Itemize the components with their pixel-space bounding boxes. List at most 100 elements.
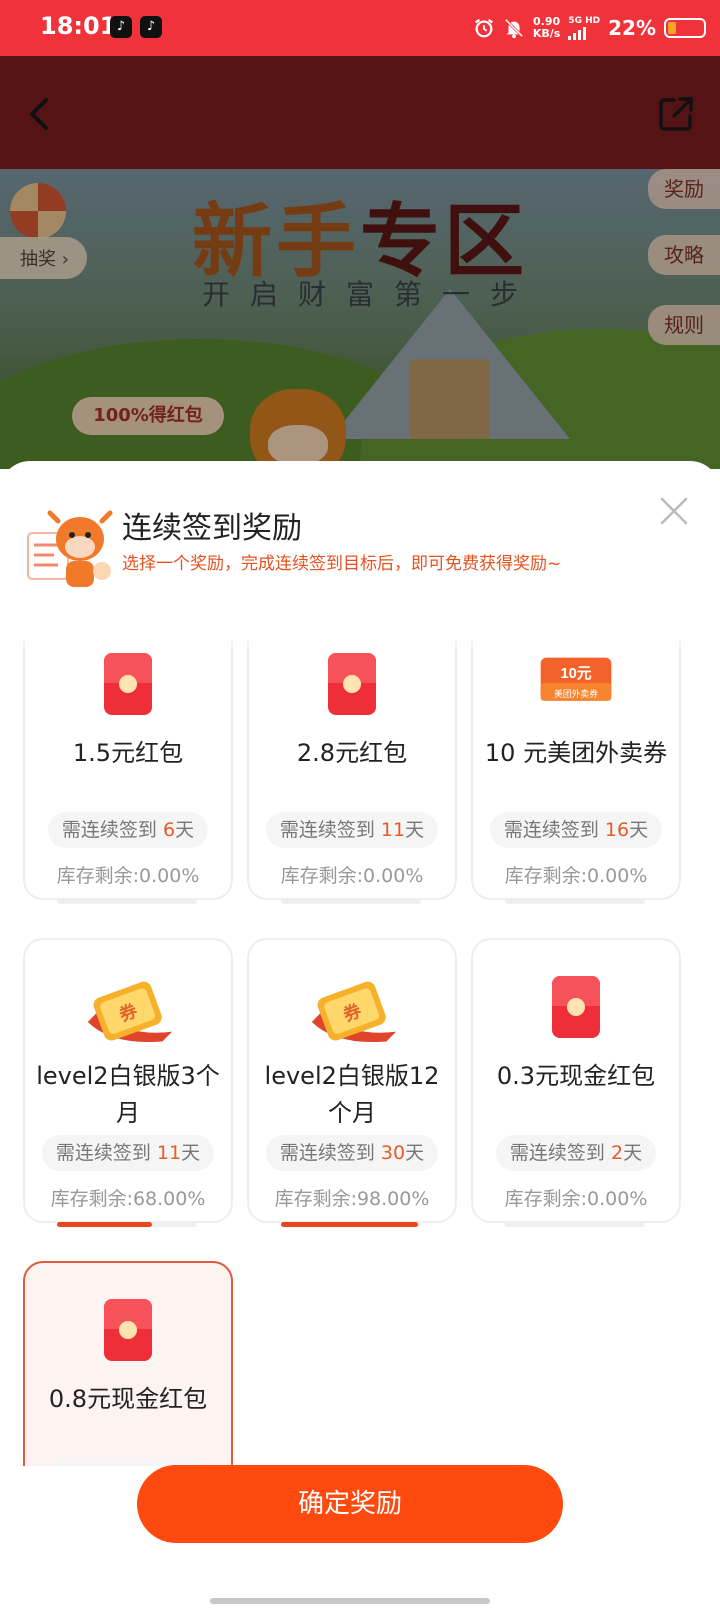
- stock-prefix: 库存剩余:: [504, 865, 588, 887]
- stock-value: 0.00%: [587, 1188, 648, 1210]
- battery-percent: 22%: [608, 16, 656, 40]
- reward-card[interactable]: 0.3元现金红包需连续签到 2天库存剩余:0.00%: [471, 938, 681, 1227]
- stock-prefix: 库存剩余:: [274, 1188, 357, 1210]
- requirement-suffix: 天: [405, 1142, 425, 1164]
- stock-value: 68.00%: [132, 1188, 206, 1210]
- stock-prefix: 库存剩余:: [280, 865, 364, 887]
- battery-icon: [664, 18, 706, 38]
- red-packet-icon: [25, 1299, 231, 1369]
- requirement-days: 16: [604, 819, 630, 841]
- douyin-icon: ♪: [110, 16, 132, 38]
- reward-card[interactable]: 券 level2白银版12个月需连续签到 30天库存剩余:98.00%: [247, 938, 457, 1227]
- checkin-requirement: 需连续签到 6天: [47, 812, 209, 848]
- coupon-icon-label: 美团外卖券: [554, 688, 598, 699]
- sheet-subtitle: 选择一个奖励，完成连续签到目标后，即可免费获得奖励~: [122, 554, 562, 574]
- checkin-requirement: 需连续签到 2天: [495, 1135, 657, 1171]
- reward-name: 1.5元红包: [72, 739, 184, 767]
- stock-prefix: 库存剩余:: [56, 865, 140, 887]
- requirement-prefix: 需连续签到: [503, 819, 605, 841]
- reward-card[interactable]: 10元 美团外卖券 10 元美团外卖券 需连续签到 16天 库存剩余:0.00%: [471, 641, 681, 904]
- checkin-requirement: 需连续签到 16天: [489, 812, 663, 848]
- requirement-prefix: 需连续签到: [55, 1142, 157, 1164]
- cow-mascot-icon: [27, 510, 113, 587]
- stock-prefix: 库存剩余:: [504, 1188, 588, 1210]
- stock-prefix: 库存剩余:: [50, 1188, 133, 1210]
- requirement-suffix: 天: [623, 1142, 643, 1164]
- stock-progress-bar: [505, 1222, 645, 1227]
- red-packet-icon: [25, 653, 231, 723]
- stock-remaining: 库存剩余:68.00%: [25, 1184, 231, 1211]
- sheet-title: 连续签到奖励: [122, 511, 302, 546]
- status-right: 0.90 KB/s 5G HD 22%: [473, 10, 706, 46]
- stock-progress-bar: [281, 899, 421, 904]
- reward-card[interactable]: 0.8元现金红包需连续签到 5天: [23, 1261, 233, 1466]
- reward-card[interactable]: 券 level2白银版3个月需连续签到 11天库存剩余:68.00%: [23, 938, 233, 1227]
- stock-value: 0.00%: [139, 865, 200, 887]
- stock-remaining: 库存剩余:0.00%: [473, 1184, 679, 1211]
- reward-name: level2白银版3个月: [36, 1062, 220, 1127]
- requirement-prefix: 需连续签到: [279, 1142, 381, 1164]
- mute-icon: [504, 18, 524, 39]
- stock-remaining: 库存剩余:98.00%: [249, 1184, 455, 1211]
- status-time: 18:01: [40, 12, 117, 40]
- douyin-lite-icon: ♪: [140, 16, 162, 38]
- stock-remaining: 库存剩余:0.00%: [25, 861, 231, 888]
- checkin-requirement: 需连续签到 11天: [41, 1135, 215, 1171]
- reward-name: 0.8元现金红包: [48, 1385, 208, 1413]
- reward-card[interactable]: 2.8元红包需连续签到 11天库存剩余:0.00%: [247, 641, 457, 904]
- stock-remaining: 库存剩余:0.00%: [249, 861, 455, 888]
- signal-icon: 5G HD: [568, 16, 600, 40]
- requirement-days: 11: [156, 1142, 182, 1164]
- red-packet-icon: [249, 653, 455, 723]
- stock-remaining: 库存剩余:0.00%: [473, 861, 679, 888]
- reward-name: level2白银版12个月: [264, 1062, 440, 1127]
- newbie-banner: 新手专区 开启财富第一步 抽奖 › 奖励 攻略 规则 100%得红包: [0, 169, 720, 469]
- stock-progress-bar: [505, 899, 645, 904]
- reward-card[interactable]: 1.5元红包需连续签到 6天库存剩余:0.00%: [23, 641, 233, 904]
- coupon-ticket-icon: 券: [25, 976, 231, 1046]
- requirement-suffix: 天: [629, 819, 649, 841]
- requirement-days: 11: [380, 819, 406, 841]
- requirement-days: 30: [380, 1142, 406, 1164]
- requirement-suffix: 天: [405, 819, 425, 841]
- requirement-prefix: 需连续签到: [279, 819, 381, 841]
- alarm-icon: [474, 18, 493, 38]
- requirement-prefix: 需连续签到: [61, 819, 163, 841]
- battery-level: [668, 22, 677, 34]
- modal-overlay: [0, 169, 720, 469]
- reward-name: 0.3元现金红包: [496, 1062, 656, 1090]
- meituan-coupon-icon: 10元美团外卖券: [473, 653, 679, 723]
- network-speed-unit: KB/s: [532, 27, 561, 40]
- checkin-requirement: 需连续签到 11天: [265, 812, 439, 848]
- stock-progress-bar: [57, 1222, 197, 1227]
- stock-value: 0.00%: [363, 865, 424, 887]
- red-packet-icon: [473, 976, 679, 1046]
- confirm-reward-button[interactable]: 确定奖励: [137, 1465, 563, 1543]
- coupon-icon-value: 10元: [560, 665, 591, 682]
- stock-progress-bar: [57, 899, 197, 904]
- requirement-suffix: 天: [181, 1142, 201, 1164]
- network-speed: 0.90 KB/s: [533, 16, 560, 40]
- reward-grid-viewport[interactable]: 1.5元红包 需连续签到 6天 库存剩余:0.00% 2.8元红包 需连续签到 11天库…: [0, 641, 720, 1466]
- requirement-prefix: 需连续签到: [62, 1465, 163, 1466]
- status-bar: 18:01 ♪ ♪ 0.90 KB/s 5G HD 22%: [0, 0, 720, 56]
- app-header: [0, 56, 720, 169]
- stock-progress-fill: [57, 1222, 153, 1227]
- checkin-requirement: 需连续签到 30天: [265, 1135, 439, 1171]
- requirement-prefix: 需连续签到: [509, 1142, 611, 1164]
- stock-value: 0.00%: [587, 865, 648, 887]
- stock-progress-fill: [281, 1222, 419, 1227]
- close-icon[interactable]: [658, 495, 690, 527]
- stock-progress-bar: [281, 1222, 421, 1227]
- chevron-left-icon[interactable]: [20, 92, 60, 136]
- signal-label: 5G HD: [568, 16, 601, 26]
- checkin-reward-sheet: 连续签到奖励 选择一个奖励，完成连续签到目标后，即可免费获得奖励~ 1.5元红包…: [0, 461, 720, 1612]
- home-indicator: [210, 1598, 490, 1604]
- requirement-suffix: 天: [175, 819, 195, 841]
- reward-name: 2.8元红包: [296, 739, 408, 767]
- stock-value: 98.00%: [356, 1188, 430, 1210]
- coupon-ticket-icon: 券: [249, 976, 455, 1046]
- share-icon[interactable]: [654, 92, 698, 136]
- requirement-days: 2: [610, 1142, 624, 1164]
- requirement-days: 6: [162, 819, 176, 841]
